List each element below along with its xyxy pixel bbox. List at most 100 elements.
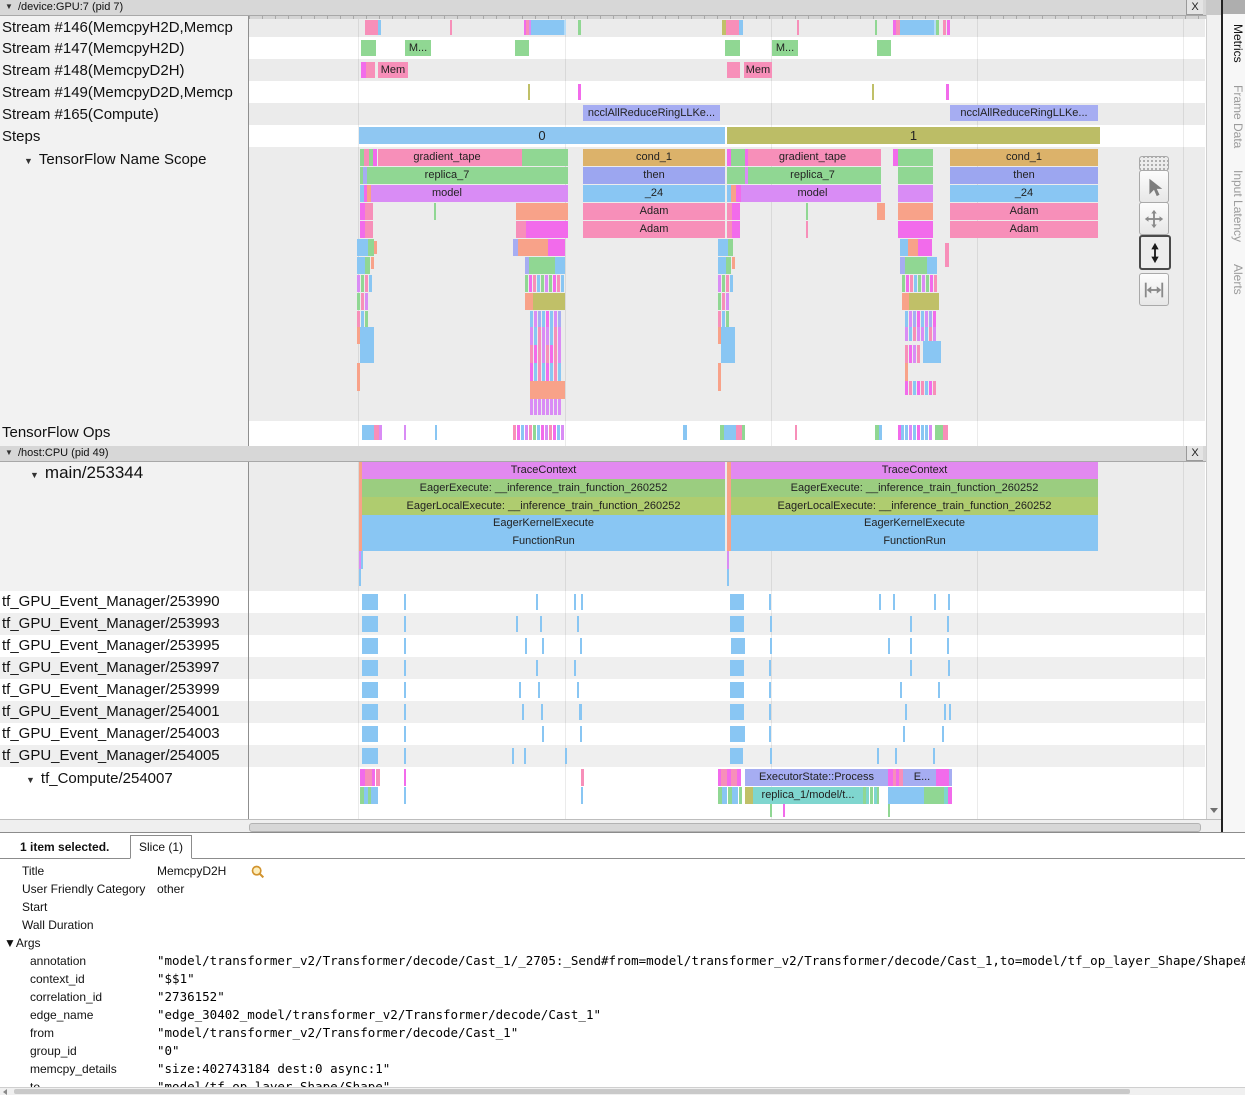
trace-event[interactable] (948, 660, 950, 676)
side-tab-input-latency[interactable]: Input Latency (1227, 170, 1245, 242)
trace-event[interactable] (898, 149, 933, 166)
stack-segment[interactable] (538, 327, 541, 345)
stack-segment[interactable] (913, 345, 916, 363)
trace-event[interactable] (934, 594, 936, 610)
stack-segment[interactable] (913, 381, 916, 395)
stack-segment[interactable] (561, 425, 564, 440)
trace-event[interactable]: EagerExecute: __inference_train_function… (731, 479, 1098, 497)
scroll-left-icon[interactable] (3, 1089, 7, 1095)
stack-segment[interactable] (718, 257, 726, 274)
stack-segment[interactable] (357, 363, 360, 391)
trace-event[interactable] (362, 726, 378, 742)
stack-segment[interactable] (530, 381, 565, 399)
trace-event[interactable]: then (950, 167, 1098, 184)
side-tab-alerts[interactable]: Alerts (1227, 264, 1245, 295)
stack-segment[interactable] (555, 257, 565, 274)
trace-event[interactable]: EagerKernelExecute (731, 515, 1098, 532)
stack-segment[interactable] (357, 293, 360, 310)
trace-event[interactable] (577, 616, 579, 632)
gpu-close-button[interactable]: X (1186, 0, 1203, 15)
trace-event[interactable] (739, 20, 743, 35)
stack-segment[interactable] (923, 341, 941, 363)
stack-segment[interactable] (365, 311, 368, 327)
trace-event[interactable]: _24 (583, 185, 725, 202)
stack-segment[interactable] (902, 293, 909, 310)
trace-event[interactable] (737, 769, 741, 786)
trace-event[interactable] (948, 787, 952, 804)
stack-segment[interactable] (530, 327, 533, 345)
stack-segment[interactable] (925, 425, 928, 440)
trace-event[interactable] (947, 638, 949, 654)
args-header[interactable]: ▼Args (4, 936, 41, 950)
trace-event[interactable] (947, 20, 950, 35)
trace-event[interactable] (516, 185, 568, 202)
stack-segment[interactable] (361, 275, 364, 292)
stack-segment[interactable] (721, 327, 735, 363)
stack-segment[interactable] (905, 327, 908, 341)
stack-segment[interactable] (554, 311, 557, 327)
stack-segment[interactable] (901, 425, 904, 440)
trace-event[interactable]: Mem (744, 62, 772, 78)
stack-segment[interactable] (542, 327, 545, 345)
trace-event[interactable] (577, 682, 579, 698)
trace-event[interactable]: ExecutorState::Process (745, 769, 888, 786)
row-label[interactable]: ▼TensorFlow Name Scope (24, 151, 207, 168)
trace-event[interactable] (540, 616, 542, 632)
trace-event[interactable] (683, 425, 687, 440)
trace-event[interactable]: Adam (950, 203, 1098, 220)
stack-segment[interactable] (718, 293, 721, 310)
trace-event[interactable] (895, 748, 897, 764)
stack-segment[interactable] (726, 311, 729, 327)
trace-event[interactable] (373, 149, 377, 166)
stack-segment[interactable] (549, 275, 552, 292)
trace-event[interactable]: 1 (727, 127, 1100, 144)
trace-event[interactable] (732, 62, 740, 78)
trace-event[interactable]: EagerKernelExecute (362, 515, 725, 532)
stack-segment[interactable] (545, 425, 548, 440)
trace-event[interactable] (362, 682, 378, 698)
stack-segment[interactable] (905, 311, 908, 327)
trace-event[interactable] (741, 185, 748, 202)
stack-segment[interactable] (909, 381, 912, 395)
trace-event[interactable] (924, 787, 944, 804)
stack-segment[interactable] (541, 275, 544, 292)
trace-event[interactable] (361, 40, 376, 56)
trace-event[interactable] (888, 804, 890, 817)
trace-event[interactable]: Adam (583, 203, 725, 220)
trace-event[interactable]: cond_1 (950, 149, 1098, 166)
trace-event[interactable]: FunctionRun (731, 532, 1098, 551)
stack-segment[interactable] (521, 425, 524, 440)
stack-segment[interactable] (369, 275, 372, 292)
trace-event[interactable] (938, 682, 940, 698)
stack-segment[interactable] (542, 345, 545, 363)
trace-event[interactable] (770, 616, 772, 632)
trace-event[interactable] (769, 682, 771, 698)
stack-segment[interactable] (558, 345, 561, 363)
trace-event[interactable] (362, 660, 378, 676)
trace-event[interactable] (359, 569, 361, 586)
stack-segment[interactable] (909, 345, 912, 363)
stack-segment[interactable] (927, 257, 937, 274)
stack-segment[interactable] (534, 345, 537, 363)
stack-segment[interactable] (550, 345, 553, 363)
trace-event[interactable]: EagerExecute: __inference_train_function… (362, 479, 725, 497)
trace-event[interactable] (745, 787, 753, 804)
stack-segment[interactable] (541, 425, 544, 440)
stack-segment[interactable] (529, 257, 555, 274)
stack-segment[interactable] (934, 275, 937, 292)
stack-segment[interactable] (549, 425, 552, 440)
stack-segment[interactable] (914, 275, 917, 292)
trace-event[interactable] (404, 425, 406, 440)
stack-segment[interactable] (905, 425, 908, 440)
trace-event[interactable] (362, 425, 374, 440)
trace-event[interactable] (536, 660, 538, 676)
trace-event[interactable] (898, 203, 933, 220)
bottom-horizontal-scrollbar[interactable] (0, 1087, 1245, 1095)
stack-segment[interactable] (538, 363, 541, 381)
trace-event[interactable] (742, 425, 745, 440)
trace-event[interactable]: E... (908, 769, 936, 786)
stack-segment[interactable] (925, 327, 928, 341)
trace-event[interactable] (898, 185, 933, 202)
stack-segment[interactable] (529, 275, 532, 292)
trace-event[interactable]: FunctionRun (362, 532, 725, 551)
